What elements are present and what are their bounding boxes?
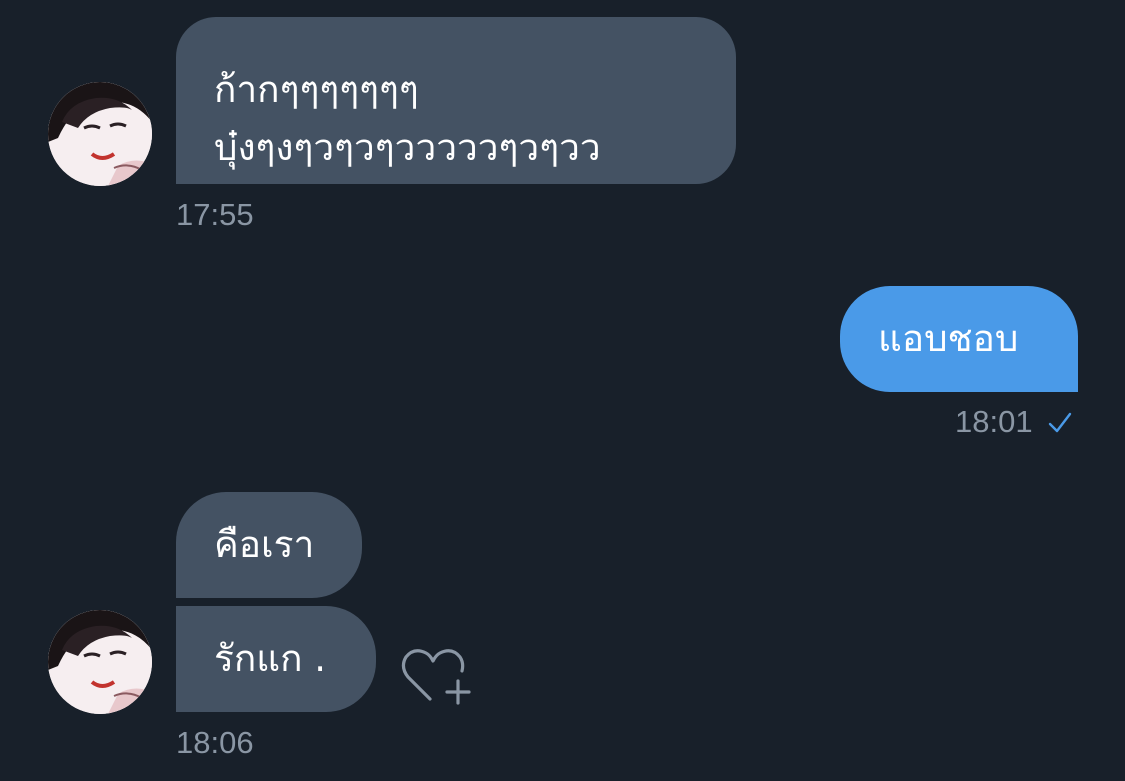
message-text: แอบชอบ: [878, 317, 1019, 360]
message-text: รักแก .: [214, 637, 327, 680]
message-bubble[interactable]: แอบชอบ: [840, 286, 1078, 392]
contact-avatar[interactable]: [48, 82, 152, 186]
message-bubble[interactable]: คือเรา: [176, 492, 362, 598]
avatar-image: [48, 610, 152, 714]
message-text-line: บุ๋งๆงๆวๆวๆวววววๆวๆวว: [214, 126, 601, 169]
message-timestamp: 17:55: [176, 197, 254, 232]
message-bubble[interactable]: ก้ากๆๆๆๆๆๆๆ บุ๋งๆงๆวๆวๆวววววๆวๆวว: [176, 17, 736, 184]
avatar-image: [48, 82, 152, 186]
message-text: คือเรา: [214, 523, 315, 566]
message-timestamp: 18:01: [955, 404, 1033, 439]
message-bubble[interactable]: รักแก .: [176, 606, 376, 712]
heart-plus-icon[interactable]: [400, 645, 472, 707]
message-timestamp: 18:06: [176, 725, 254, 760]
check-icon: [1048, 412, 1072, 433]
contact-avatar[interactable]: [48, 610, 152, 714]
message-text-line: ก้ากๆๆๆๆๆๆๆ: [214, 68, 419, 111]
